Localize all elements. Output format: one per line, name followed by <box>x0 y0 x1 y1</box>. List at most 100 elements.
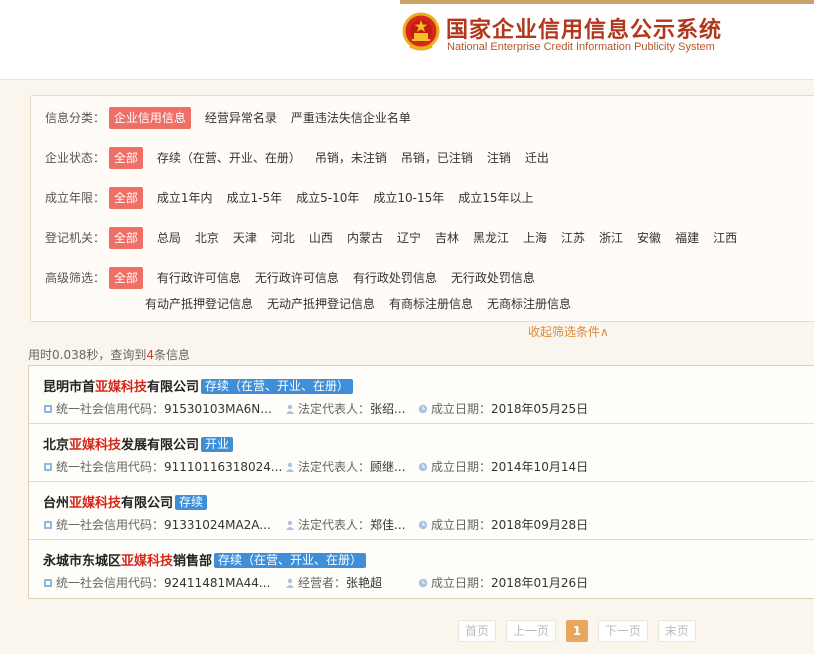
filter-option[interactable]: 有动产抵押登记信息 <box>145 293 253 315</box>
found-date-label: 成立日期： <box>431 576 492 590</box>
filter-option[interactable]: 全部 <box>108 226 143 249</box>
current-page-button[interactable]: 1 <box>565 620 589 642</box>
filter-option[interactable]: 吉林 <box>435 227 459 249</box>
filter-option[interactable]: 全部 <box>108 146 143 169</box>
filter-option[interactable]: 无行政处罚信息 <box>451 267 535 289</box>
company-name-pre: 永城市东城区 <box>43 554 122 569</box>
filter-option[interactable]: 成立1年内 <box>157 187 213 209</box>
company-name[interactable]: 昆明市首亚媒科技有限公司 存续（在营、开业、在册） <box>43 376 354 395</box>
filter-option[interactable]: 吊销，已注销 <box>401 147 473 169</box>
filter-option[interactable]: 存续（在营、开业、在册） <box>157 147 301 169</box>
filter-option[interactable]: 迁出 <box>525 147 549 169</box>
representative-value: 顾继... <box>370 460 406 474</box>
result-item[interactable]: 昆明市首亚媒科技有限公司 存续（在营、开业、在册） 统一社会信用代码：9153010… <box>29 366 814 424</box>
filter-option[interactable]: 上海 <box>523 227 547 249</box>
filter-option[interactable]: 成立15年以上 <box>458 187 533 209</box>
pagination: 首页 上一页 1 下一页 末页 <box>458 620 702 642</box>
filter-option[interactable]: 江西 <box>713 227 737 249</box>
filter-option[interactable]: 无商标注册信息 <box>487 293 571 315</box>
company-name[interactable]: 永城市东城区亚媒科技销售部 存续（在营、开业、在册） <box>43 550 367 569</box>
representative-label: 法定代表人： <box>298 402 371 416</box>
filter-option[interactable]: 有行政许可信息 <box>157 267 241 289</box>
company-meta: 统一社会信用代码：91110116318024... 法定代表人：顾继... 成立日… <box>43 458 588 475</box>
next-page-button[interactable]: 下一页 <box>597 620 648 642</box>
filter-option[interactable]: 山西 <box>309 227 333 249</box>
person-icon <box>285 519 295 530</box>
filter-row-advanced-2: 有动产抵押登记信息 无动产抵押登记信息 有商标注册信息 无商标注册信息 <box>145 292 585 314</box>
representative-value: 张绍... <box>370 402 406 416</box>
representative-cell: 法定代表人：张绍... <box>285 400 418 417</box>
filter-option[interactable]: 无动产抵押登记信息 <box>267 293 375 315</box>
filter-option[interactable]: 成立10-15年 <box>373 187 444 209</box>
filter-option[interactable]: 全部 <box>108 266 143 289</box>
filter-option[interactable]: 注销 <box>487 147 511 169</box>
filter-option[interactable]: 企业信用信息 <box>108 106 191 129</box>
credit-code-cell: 统一社会信用代码：91530103MA6N... <box>43 400 285 417</box>
credit-code-label: 统一社会信用代码： <box>56 576 165 590</box>
result-item[interactable]: 永城市东城区亚媒科技销售部 存续（在营、开业、在册） 统一社会信用代码：924114… <box>29 540 814 598</box>
filter-option[interactable]: 成立1-5年 <box>227 187 283 209</box>
representative-value: 郑佳... <box>370 518 406 532</box>
company-meta: 统一社会信用代码：92411481MA44... 经营者：张艳超 成立日期：2018… <box>43 574 588 591</box>
filter-option[interactable]: 成立5-10年 <box>296 187 359 209</box>
found-date-value: 2014年10月14日 <box>491 460 589 474</box>
credit-code-value: 91331024MA2A... <box>164 518 271 532</box>
clock-icon <box>418 577 428 588</box>
filter-option[interactable]: 福建 <box>675 227 699 249</box>
site-subtitle: National Enterprise Credit Information P… <box>447 41 715 53</box>
filter-option[interactable]: 经营异常名录 <box>205 107 277 129</box>
found-date-cell: 成立日期：2018年05月25日 <box>418 400 588 417</box>
filter-option[interactable]: 安徽 <box>637 227 661 249</box>
person-icon <box>285 403 295 414</box>
collapse-filters-link[interactable]: 收起筛选条件∧ <box>528 323 609 340</box>
filter-option[interactable]: 全部 <box>108 186 143 209</box>
found-date-value: 2018年09月28日 <box>491 518 589 532</box>
filter-option[interactable]: 有行政处罚信息 <box>353 267 437 289</box>
found-date-value: 2018年01月26日 <box>491 576 589 590</box>
company-name[interactable]: 北京亚媒科技发展有限公司 开业 <box>43 434 234 453</box>
company-name-post: 发展有限公司 <box>121 438 200 453</box>
credit-code-cell: 统一社会信用代码：92411481MA44... <box>43 574 285 591</box>
first-page-button[interactable]: 首页 <box>458 620 497 642</box>
header-strip <box>400 0 814 4</box>
filter-option[interactable]: 辽宁 <box>397 227 421 249</box>
filter-options: 全部 有行政许可信息 无行政许可信息 有行政处罚信息 无行政处罚信息 <box>108 266 549 289</box>
stat-prefix: 用时0.038秒，查询到 <box>28 348 147 362</box>
company-name-highlight: 亚媒科技 <box>95 380 148 395</box>
status-badge: 存续（在营、开业、在册） <box>214 553 367 568</box>
company-name-pre: 昆明市首 <box>43 380 96 395</box>
credit-code-icon <box>43 519 53 529</box>
prev-page-button[interactable]: 上一页 <box>505 620 556 642</box>
representative-label: 法定代表人： <box>298 460 371 474</box>
filter-row-authority: 登记机关： 全部 总局 北京 天津 河北 山西 内蒙古 辽宁 吉林 黑龙江 上海 江苏 浙江 安徽 福建 江西 <box>45 226 751 249</box>
credit-code-cell: 统一社会信用代码：91331024MA2A... <box>43 516 285 533</box>
filter-option[interactable]: 江苏 <box>561 227 585 249</box>
company-name[interactable]: 台州亚媒科技有限公司 存续 <box>43 492 208 511</box>
credit-code-cell: 统一社会信用代码：91110116318024... <box>43 458 285 475</box>
result-item[interactable]: 台州亚媒科技有限公司 存续统一社会信用代码：91331024MA2A... 法定代表… <box>29 482 814 540</box>
filter-option[interactable]: 黑龙江 <box>473 227 509 249</box>
filter-option[interactable]: 总局 <box>157 227 181 249</box>
filter-option[interactable]: 吊销，未注销 <box>315 147 387 169</box>
filter-option[interactable]: 无行政许可信息 <box>255 267 339 289</box>
filter-option[interactable]: 北京 <box>195 227 219 249</box>
filter-option[interactable]: 浙江 <box>599 227 623 249</box>
found-date-cell: 成立日期：2018年01月26日 <box>418 574 588 591</box>
credit-code-icon <box>43 577 53 587</box>
filter-option[interactable]: 天津 <box>233 227 257 249</box>
national-emblem-icon <box>402 12 440 51</box>
last-page-button[interactable]: 末页 <box>657 620 696 642</box>
filter-panel: 信息分类： 企业信用信息 经营异常名录 严重违法失信企业名单 企业状态： 全部 存续（… <box>30 95 814 322</box>
credit-code-icon <box>43 461 53 471</box>
filter-options: 全部 成立1年内 成立1-5年 成立5-10年 成立10-15年 成立15年以上 <box>108 186 548 209</box>
filter-option[interactable]: 内蒙古 <box>347 227 383 249</box>
found-date-cell: 成立日期：2014年10月14日 <box>418 458 588 475</box>
representative-label: 法定代表人： <box>298 518 371 532</box>
clock-icon <box>418 461 428 472</box>
filter-row-category: 信息分类： 企业信用信息 经营异常名录 严重违法失信企业名单 <box>45 106 425 129</box>
credit-code-label: 统一社会信用代码： <box>56 402 165 416</box>
filter-option[interactable]: 河北 <box>271 227 295 249</box>
filter-option[interactable]: 严重违法失信企业名单 <box>291 107 411 129</box>
result-item[interactable]: 北京亚媒科技发展有限公司 开业统一社会信用代码：91110116318024...… <box>29 424 814 482</box>
filter-option[interactable]: 有商标注册信息 <box>389 293 473 315</box>
